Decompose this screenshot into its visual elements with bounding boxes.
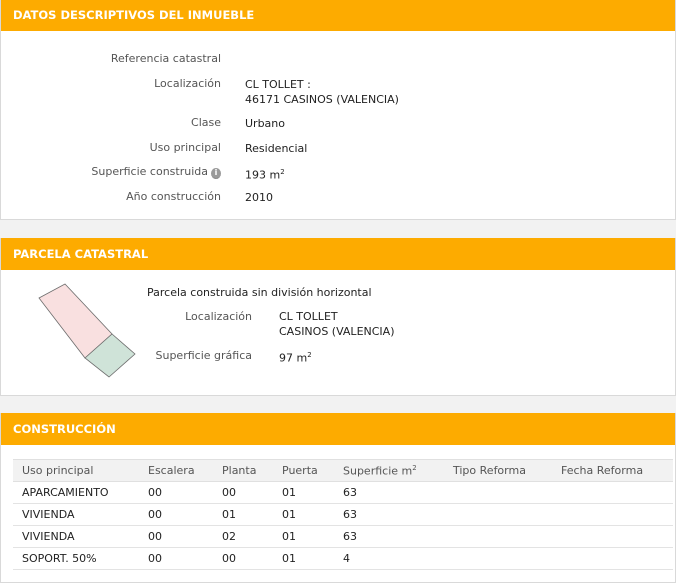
parcela-superficie-value: 97 m2 <box>279 348 312 366</box>
cell-fecha-reforma <box>552 503 673 526</box>
cell-superficie: 63 <box>334 525 444 548</box>
superficie-construida-label-wrap: Superficie construida i <box>91 165 221 179</box>
cell-fecha-reforma <box>552 481 673 504</box>
cell-puerta: 01 <box>273 547 334 570</box>
col-superficie-sup: 2 <box>412 463 417 472</box>
cell-tipo-reforma <box>444 525 552 548</box>
cell-escalera: 00 <box>139 547 213 570</box>
cell-tipo-reforma <box>444 503 552 526</box>
cell-planta: 00 <box>213 481 273 504</box>
info-icon[interactable]: i <box>211 168 221 179</box>
cell-superficie: 63 <box>334 503 444 526</box>
cell-fecha-reforma <box>552 547 673 570</box>
col-puerta: Puerta <box>273 459 334 482</box>
cell-escalera: 00 <box>139 481 213 504</box>
uso-principal-value: Residencial <box>245 142 308 155</box>
localizacion-value: CL TOLLET : 46171 CASINOS (VALENCIA) <box>245 77 399 107</box>
parcela-localizacion-value: CL TOLLET CASINOS (VALENCIA) <box>279 309 394 339</box>
construccion-header: CONSTRUCCIÓN <box>1 413 675 445</box>
table-header-row: Uso principal Escalera Planta Puerta Sup… <box>13 459 673 482</box>
datos-descriptivos-header: DATOS DESCRIPTIVOS DEL INMUEBLE <box>1 0 675 31</box>
parcela-catastral-panel: PARCELA CATASTRAL Parcela construida sin… <box>0 238 676 396</box>
col-escalera: Escalera <box>139 459 213 482</box>
localizacion-label: Localización <box>154 77 221 90</box>
parcela-title: Parcela construida sin división horizont… <box>147 286 372 299</box>
cell-uso: VIVIENDA <box>13 525 139 548</box>
col-uso-principal: Uso principal <box>13 459 139 482</box>
table-row: SOPORT. 50% 00 00 01 4 <box>13 547 673 570</box>
clase-label: Clase <box>191 116 221 129</box>
anio-construccion-label: Año construcción <box>126 190 221 203</box>
superficie-construida-sup: 2 <box>280 168 285 176</box>
cell-superficie: 63 <box>334 481 444 504</box>
superficie-construida-value: 193 m2 <box>245 165 285 183</box>
construccion-panel: CONSTRUCCIÓN Uso principal Escalera Plan… <box>0 413 676 583</box>
cell-puerta: 01 <box>273 481 334 504</box>
col-tipo-reforma: Tipo Reforma <box>444 459 552 482</box>
superficie-construida-label: Superficie construida <box>91 165 208 178</box>
table-row: VIVIENDA 00 02 01 63 <box>13 525 673 548</box>
parcela-catastral-header: PARCELA CATASTRAL <box>1 238 675 270</box>
col-planta: Planta <box>213 459 273 482</box>
parcel-map-image[interactable] <box>31 282 141 382</box>
cell-uso: SOPORT. 50% <box>13 547 139 570</box>
referencia-label: Referencia catastral <box>110 52 221 65</box>
cell-superficie: 4 <box>334 547 444 570</box>
cell-uso: VIVIENDA <box>13 503 139 526</box>
superficie-construida-number: 193 m <box>245 168 281 182</box>
construccion-table: Uso principal Escalera Planta Puerta Sup… <box>13 459 673 570</box>
parcela-superficie-label: Superficie gráfica <box>155 349 253 362</box>
clase-value: Urbano <box>245 117 285 130</box>
parcela-localizacion-line1: CL TOLLET <box>279 310 338 323</box>
datos-descriptivos-panel: DATOS DESCRIPTIVOS DEL INMUEBLE Referenc… <box>0 0 676 220</box>
parcela-localizacion-line2: CASINOS (VALENCIA) <box>279 325 395 338</box>
col-fecha-reforma: Fecha Reforma <box>552 459 673 482</box>
parcela-superficie-number: 97 m <box>279 351 308 365</box>
cell-uso: APARCAMIENTO <box>13 481 139 504</box>
table-row: APARCAMIENTO 00 00 01 63 <box>13 481 673 504</box>
cell-fecha-reforma <box>552 525 673 548</box>
cell-puerta: 01 <box>273 503 334 526</box>
cell-planta: 01 <box>213 503 273 526</box>
col-superficie: Superficie m <box>343 464 413 478</box>
parcela-superficie-sup: 2 <box>307 351 312 359</box>
anio-construccion-value: 2010 <box>245 191 273 204</box>
cell-puerta: 01 <box>273 525 334 548</box>
table-row: VIVIENDA 00 01 01 63 <box>13 503 673 526</box>
cell-escalera: 00 <box>139 525 213 548</box>
uso-principal-label: Uso principal <box>149 141 221 154</box>
localizacion-line1: CL TOLLET : <box>245 78 311 91</box>
localizacion-line2: 46171 CASINOS (VALENCIA) <box>245 93 399 106</box>
cell-escalera: 00 <box>139 503 213 526</box>
cell-tipo-reforma <box>444 547 552 570</box>
cell-tipo-reforma <box>444 481 552 504</box>
cell-planta: 02 <box>213 525 273 548</box>
col-superficie-wrap: Superficie m2 <box>334 459 444 482</box>
cell-planta: 00 <box>213 547 273 570</box>
parcela-localizacion-label: Localización <box>185 310 252 323</box>
